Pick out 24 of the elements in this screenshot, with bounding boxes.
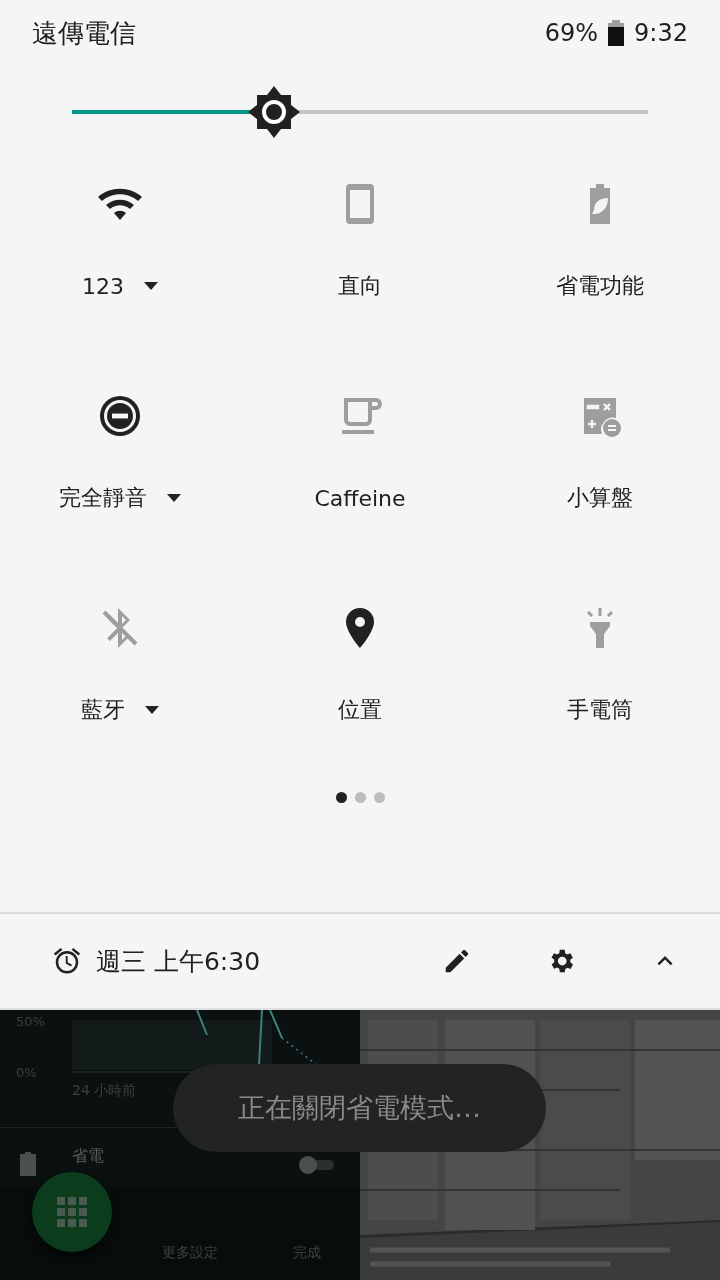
battery-percentage: 69% — [544, 19, 599, 47]
battery-icon — [20, 1152, 36, 1176]
dropdown-caret-icon[interactable] — [167, 494, 181, 502]
battery-icon — [608, 20, 625, 46]
toggle-switch[interactable] — [298, 1155, 336, 1175]
dropdown-caret-icon[interactable] — [145, 706, 159, 714]
tile-label[interactable]: Caffeine — [314, 485, 406, 511]
alarm-clock-icon — [52, 946, 82, 976]
tile-label[interactable]: 省電功能 — [556, 271, 644, 301]
brightness-thumb-icon[interactable] — [246, 85, 301, 139]
setting-label: 省電 — [72, 1146, 104, 1167]
tile-label[interactable]: 位置 — [338, 695, 382, 725]
tile-label[interactable]: 直向 — [338, 271, 382, 301]
tile-label[interactable]: 小算盤 — [567, 483, 633, 513]
dropdown-caret-icon[interactable] — [144, 282, 158, 290]
tile-label[interactable]: 123 — [82, 273, 124, 299]
clock: 9:32 — [634, 19, 688, 47]
next-alarm[interactable]: 週三 上午6:30 — [96, 944, 428, 978]
tile-label[interactable]: 完全靜音 — [59, 483, 147, 513]
grid-icon — [57, 1197, 87, 1227]
carrier-name: 遠傳電信 — [32, 16, 137, 50]
tile-label[interactable]: 藍牙 — [81, 695, 125, 725]
toast-message: 正在關閉省電模式… — [173, 1064, 546, 1152]
tile-label[interactable]: 手電筒 — [567, 695, 633, 725]
